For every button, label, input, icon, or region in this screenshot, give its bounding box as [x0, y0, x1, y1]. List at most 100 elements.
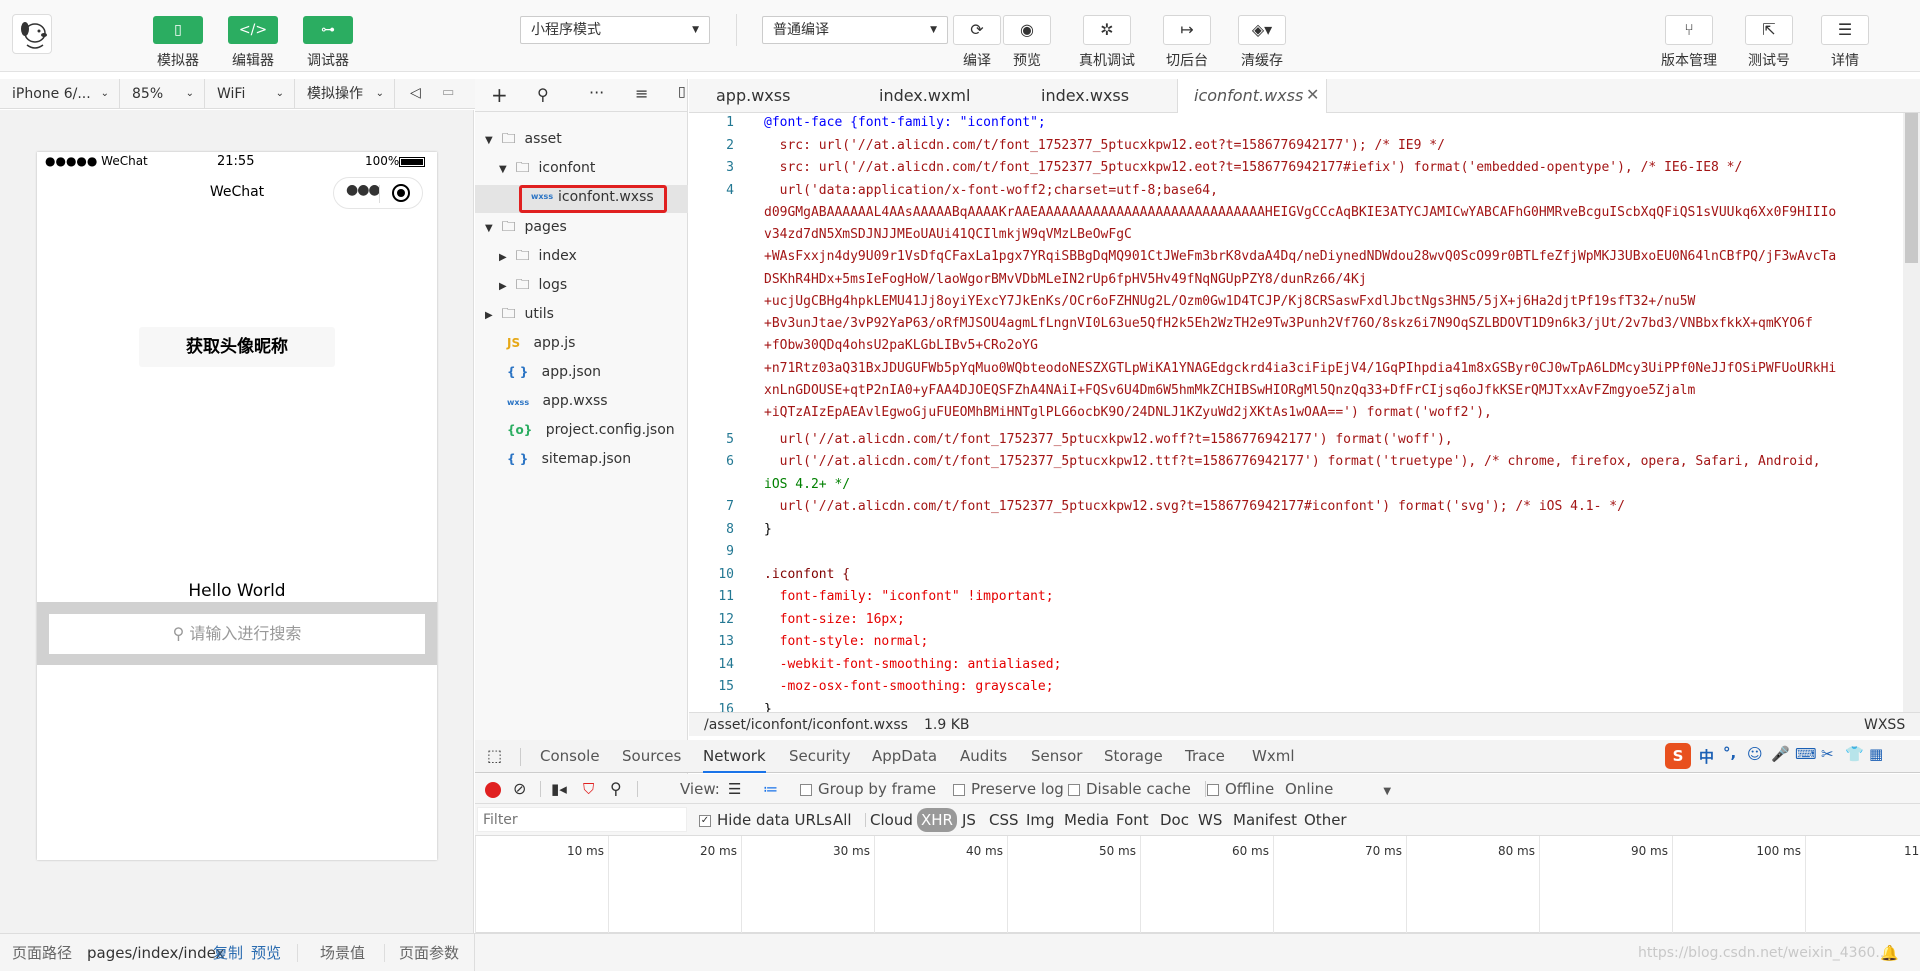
filter-xhr[interactable]: XHR [917, 808, 957, 832]
debugger-button[interactable]: ⊶ [303, 16, 353, 44]
filter-img[interactable]: Img [1026, 804, 1055, 836]
filter-media[interactable]: Media [1064, 804, 1109, 836]
outline-icon[interactable]: ≡ [635, 84, 648, 103]
hide-data-urls-checkbox[interactable]: ✓ Hide data URLs [699, 804, 832, 836]
list-view-icon[interactable]: ☰ [728, 774, 741, 804]
tab-security[interactable]: Security [789, 740, 851, 773]
filter-cloud[interactable]: Cloud [870, 804, 913, 836]
close-icon[interactable]: ✕ [1306, 85, 1319, 104]
tree-folder-logs[interactable]: ▶ 🗀 logs [499, 271, 567, 299]
tools-icon[interactable]: ✂ [1821, 745, 1834, 763]
details-button[interactable]: ☰ [1821, 15, 1869, 45]
tab-console[interactable]: Console [540, 740, 600, 773]
tree-folder-pages[interactable]: ▼ 🗀 pages [485, 213, 567, 241]
device-model-select[interactable]: iPhone 6/... ⌄ [0, 79, 120, 109]
tab-sources[interactable]: Sources [622, 740, 681, 773]
page-params-button[interactable]: 页面参数 [399, 934, 459, 971]
filter-font[interactable]: Font [1116, 804, 1149, 836]
mic-icon[interactable]: 🎤 [1771, 745, 1790, 763]
tree-file-sitemap[interactable]: { } sitemap.json [507, 445, 631, 473]
scene-button[interactable]: 场景值 [320, 934, 365, 971]
bell-icon[interactable]: 🔔 [1880, 934, 1899, 971]
clear-icon[interactable]: ⊘ [513, 774, 526, 804]
preserve-log-checkbox[interactable]: Preserve log [953, 774, 1064, 804]
code-editor[interactable]: 1 2 3 4 5 6 7 8 9 10 11 12 13 14 15 16 @… [689, 113, 1920, 712]
record-button[interactable] [485, 782, 501, 798]
close-target-icon[interactable] [392, 184, 410, 202]
offline-checkbox[interactable]: Offline [1207, 774, 1274, 804]
tab-app-wxss[interactable]: app.wxss [716, 79, 790, 113]
disable-cache-checkbox[interactable]: Disable cache [1068, 774, 1191, 804]
filter-input[interactable] [477, 807, 687, 832]
volume-icon[interactable]: ◁ [410, 85, 421, 101]
keyboard-icon[interactable]: ⌨ [1795, 745, 1817, 763]
waterfall-view-icon[interactable]: ≔ [763, 774, 778, 804]
tab-index-wxss[interactable]: index.wxss [1041, 79, 1129, 113]
filter-css[interactable]: CSS [989, 804, 1019, 836]
camera-icon[interactable]: ▮◂ [551, 774, 567, 804]
editor-scrollbar[interactable] [1903, 113, 1920, 712]
search-input[interactable]: ⚲ 请输入进行搜索 [49, 614, 425, 654]
network-select[interactable]: WiFi ⌄ [205, 79, 295, 109]
tab-index-wxml[interactable]: index.wxml [879, 79, 970, 113]
tab-trace[interactable]: Trace [1185, 740, 1225, 773]
tree-folder-index[interactable]: ▶ 🗀 index [499, 242, 577, 270]
emoji-icon[interactable]: ☺ [1747, 745, 1763, 763]
tree-folder-asset[interactable]: ▼ 🗀 asset [485, 125, 562, 153]
grid-icon[interactable]: ▦ [1869, 745, 1883, 763]
tree-file-app-json[interactable]: { } app.json [507, 358, 601, 386]
version-button[interactable]: ⑂ [1665, 15, 1713, 45]
group-by-frame-checkbox[interactable]: Group by frame [800, 774, 936, 804]
throttle-select[interactable]: Online ▼ [1285, 774, 1391, 807]
test-account-button[interactable]: ⇱ [1745, 15, 1793, 45]
file-language[interactable]: WXSS [1864, 713, 1905, 737]
window-icon[interactable]: ▭ [442, 85, 454, 100]
compile-select[interactable]: 普通编译 ▼ [762, 16, 948, 44]
simulator-button[interactable]: ▯ [153, 16, 203, 44]
tab-audits[interactable]: Audits [960, 740, 1007, 773]
split-icon[interactable]: ▯ [678, 84, 686, 100]
mode-select[interactable]: 小程序模式 ▼ [520, 16, 710, 44]
tree-file-iconfont-wxss[interactable]: wxss iconfont.wxss [475, 185, 688, 213]
filter-all[interactable]: All [833, 804, 852, 836]
avatar[interactable] [12, 14, 52, 54]
filter-ws[interactable]: WS [1198, 804, 1222, 836]
preview-button[interactable]: ◉ [1003, 15, 1051, 45]
tree-file-project-config[interactable]: {o} project.config.json [507, 416, 675, 444]
background-button[interactable]: ↦ [1163, 15, 1211, 45]
ime-punct-toggle[interactable]: °, [1723, 744, 1736, 762]
simulate-select[interactable]: 模拟操作 ⌄ [295, 79, 395, 109]
ime-chinese-toggle[interactable]: 中 [1699, 746, 1714, 767]
tab-iconfont-wxss[interactable]: iconfont.wxss ✕ [1177, 79, 1327, 114]
tab-wxml[interactable]: Wxml [1252, 740, 1295, 773]
capsule-menu[interactable]: ●●● [333, 177, 423, 209]
remote-debug-button[interactable]: ✲ [1083, 15, 1131, 45]
get-userinfo-button[interactable]: 获取头像昵称 [139, 327, 335, 367]
inspect-icon[interactable]: ⬚ [487, 746, 502, 765]
more-icon[interactable]: ●●● [346, 182, 381, 198]
editor-button[interactable]: </> [228, 16, 278, 44]
search-icon[interactable]: ⚲ [610, 774, 622, 804]
copy-link[interactable]: 复制 [213, 934, 243, 971]
tab-appdata[interactable]: AppData [872, 740, 937, 773]
preview-link[interactable]: 预览 [251, 934, 281, 971]
filter-icon[interactable]: ⛉ [583, 774, 594, 804]
filter-other[interactable]: Other [1304, 804, 1347, 836]
tree-folder-iconfont[interactable]: ▼ 🗀 iconfont [499, 154, 595, 182]
compile-button[interactable]: ⟳ [953, 15, 1001, 45]
tree-file-app-js[interactable]: JS app.js [507, 329, 575, 357]
tree-file-app-wxss[interactable]: wxss app.wxss [507, 387, 608, 415]
add-icon[interactable]: + [491, 83, 508, 107]
ime-toolbar[interactable]: S 中 °, ☺ 🎤 ⌨ ✂ 👕 ▦ [1665, 743, 1915, 770]
skin-icon[interactable]: 👕 [1845, 745, 1864, 763]
tab-sensor[interactable]: Sensor [1031, 740, 1082, 773]
tree-folder-utils[interactable]: ▶ 🗀 utils [485, 300, 554, 328]
tab-network[interactable]: Network [703, 740, 766, 773]
clear-cache-button[interactable]: ◈▾ [1238, 15, 1286, 45]
tab-storage[interactable]: Storage [1104, 740, 1163, 773]
filter-js[interactable]: JS [962, 804, 976, 836]
filter-manifest[interactable]: Manifest [1233, 804, 1297, 836]
search-icon[interactable]: ⚲ [537, 85, 549, 104]
more-icon[interactable]: ··· [589, 83, 604, 102]
zoom-select[interactable]: 85% ⌄ [120, 79, 205, 109]
